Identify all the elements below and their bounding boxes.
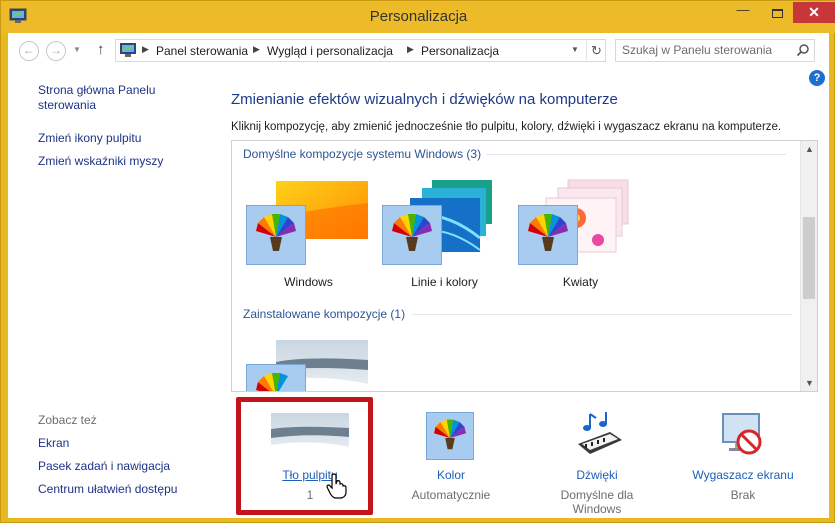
- search-icon[interactable]: [796, 43, 810, 57]
- forward-arrow-icon[interactable]: →: [46, 41, 66, 61]
- group-heading-default-themes[interactable]: Domyślne kompozycje systemu Windows (3): [243, 147, 481, 161]
- color-label[interactable]: Kolor: [391, 468, 511, 482]
- sounds-icon: [578, 412, 622, 454]
- maximize-button[interactable]: [760, 3, 794, 25]
- see-also-link-taskbar[interactable]: Pasek zadań i nawigacja: [38, 459, 170, 474]
- back-arrow-icon[interactable]: ←: [19, 41, 39, 61]
- screen-saver-value: Brak: [730, 488, 756, 502]
- breadcrumb-control-panel[interactable]: Panel sterowania: [156, 44, 248, 58]
- breadcrumb-personalization[interactable]: Personalizacja: [421, 44, 499, 58]
- highlight-annotation-box: [236, 397, 373, 515]
- see-also-heading: Zobacz też: [38, 413, 97, 427]
- sidebar-link-control-panel-home[interactable]: Strona główna Panelu sterowania: [38, 83, 188, 113]
- refresh-icon[interactable]: ↻: [586, 41, 606, 60]
- color-palette-icon: [246, 205, 306, 265]
- theme-tile-installed[interactable]: [246, 337, 371, 391]
- sidebar-link-desktop-icons[interactable]: Zmień ikony pulpitu: [38, 131, 141, 146]
- group-heading-installed-themes[interactable]: Zainstalowane kompozycje (1): [243, 307, 405, 321]
- theme-tile-lines-and-colors[interactable]: Linie i kolory: [382, 178, 507, 293]
- personalization-window: Personalizacja — ✕ ← → ▼ ↑ ▶ Panel stero…: [0, 0, 835, 523]
- theme-name: Kwiaty: [562, 275, 599, 289]
- color-palette-icon: [246, 364, 306, 391]
- color-palette-icon: [426, 412, 474, 460]
- color-palette-icon: [382, 205, 442, 265]
- scroll-up-icon[interactable]: ▲: [805, 144, 814, 154]
- theme-name: Linie i kolory: [411, 275, 478, 289]
- client-area: ← → ▼ ↑ ▶ Panel sterowania ▶ Wygląd i pe…: [8, 33, 829, 518]
- theme-tile-flowers[interactable]: Kwiaty: [518, 178, 643, 293]
- control-panel-icon: [120, 43, 136, 57]
- minimize-button[interactable]: —: [726, 3, 760, 25]
- chevron-down-icon[interactable]: ▼: [571, 45, 579, 54]
- scroll-down-icon[interactable]: ▼: [805, 378, 814, 388]
- see-also-link-ease-of-access[interactable]: Centrum ułatwień dostępu: [38, 482, 177, 497]
- screen-saver-setting[interactable]: Wygaszacz ekranu Brak: [683, 410, 803, 510]
- page-description: Kliknij kompozycję, aby zmienić jednocze…: [231, 121, 782, 133]
- hand-cursor-icon: [326, 473, 347, 499]
- screen-saver-icon: [722, 413, 762, 455]
- screen-saver-label[interactable]: Wygaszacz ekranu: [683, 468, 803, 482]
- address-bar[interactable]: ▶ Panel sterowania ▶ Wygląd i personaliz…: [115, 39, 606, 62]
- sounds-setting[interactable]: Dźwięki Domyślne dla Windows: [537, 410, 657, 516]
- theme-name: Windows: [284, 275, 333, 289]
- help-icon[interactable]: ?: [809, 70, 825, 86]
- search-box[interactable]: [615, 39, 815, 62]
- color-setting[interactable]: Kolor Automatycznie: [391, 410, 511, 510]
- sounds-label[interactable]: Dźwięki: [537, 468, 657, 482]
- group-divider: [412, 314, 792, 315]
- up-arrow-icon[interactable]: ↑: [97, 41, 105, 58]
- scrollbar-thumb[interactable]: [803, 217, 815, 299]
- group-divider: [486, 154, 786, 155]
- theme-tile-windows[interactable]: Windows: [246, 178, 371, 293]
- color-palette-icon: [518, 205, 578, 265]
- recent-locations-dropdown[interactable]: ▼: [73, 45, 81, 54]
- window-title: Personalizacja: [369, 8, 468, 25]
- close-button[interactable]: ✕: [793, 2, 835, 23]
- sidebar-link-mouse-pointers[interactable]: Zmień wskaźniki myszy: [38, 154, 163, 169]
- title-bar[interactable]: Personalizacja — ✕: [1, 1, 835, 33]
- see-also-link-display[interactable]: Ekran: [38, 436, 69, 451]
- navigation-bar: ← → ▼ ↑ ▶ Panel sterowania ▶ Wygląd i pe…: [8, 33, 829, 67]
- chevron-right-icon[interactable]: ▶: [253, 44, 260, 55]
- theme-gallery-scrollbar[interactable]: ▲ ▼: [800, 141, 817, 391]
- page-title: Zmienianie efektów wizualnych i dźwięków…: [231, 91, 618, 108]
- chevron-right-icon[interactable]: ▶: [142, 44, 149, 55]
- chevron-right-icon[interactable]: ▶: [407, 44, 414, 55]
- search-input[interactable]: [622, 43, 787, 57]
- sounds-value: Domyślne dla Windows: [560, 488, 634, 516]
- color-value: Automatycznie: [411, 488, 491, 502]
- breadcrumb-appearance[interactable]: Wygląd i personalizacja: [267, 44, 393, 58]
- theme-gallery: Domyślne kompozycje systemu Windows (3): [231, 140, 818, 392]
